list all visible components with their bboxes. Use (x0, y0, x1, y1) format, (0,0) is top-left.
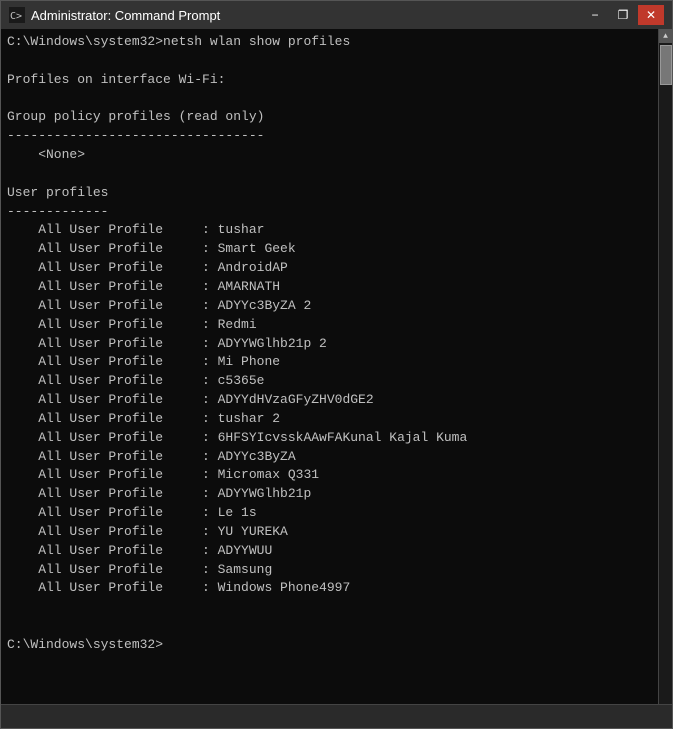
command-prompt-window: C> Administrator: Command Prompt − ❐ ✕ C… (0, 0, 673, 729)
scrollbar-thumb[interactable] (660, 45, 672, 85)
maximize-button[interactable]: ❐ (610, 5, 636, 25)
console-area: C:\Windows\system32>netsh wlan show prof… (1, 29, 672, 704)
minimize-button[interactable]: − (582, 5, 608, 25)
scroll-up-arrow[interactable]: ▲ (659, 29, 673, 43)
cmd-icon: C> (9, 7, 25, 23)
console-output[interactable]: C:\Windows\system32>netsh wlan show prof… (1, 29, 658, 704)
title-bar-left: C> Administrator: Command Prompt (9, 7, 220, 23)
svg-text:C>: C> (10, 11, 22, 22)
taskbar (1, 704, 672, 728)
window-title: Administrator: Command Prompt (31, 8, 220, 23)
scrollbar[interactable]: ▲ (658, 29, 672, 704)
title-bar-controls: − ❐ ✕ (582, 5, 664, 25)
title-bar: C> Administrator: Command Prompt − ❐ ✕ (1, 1, 672, 29)
close-button[interactable]: ✕ (638, 5, 664, 25)
